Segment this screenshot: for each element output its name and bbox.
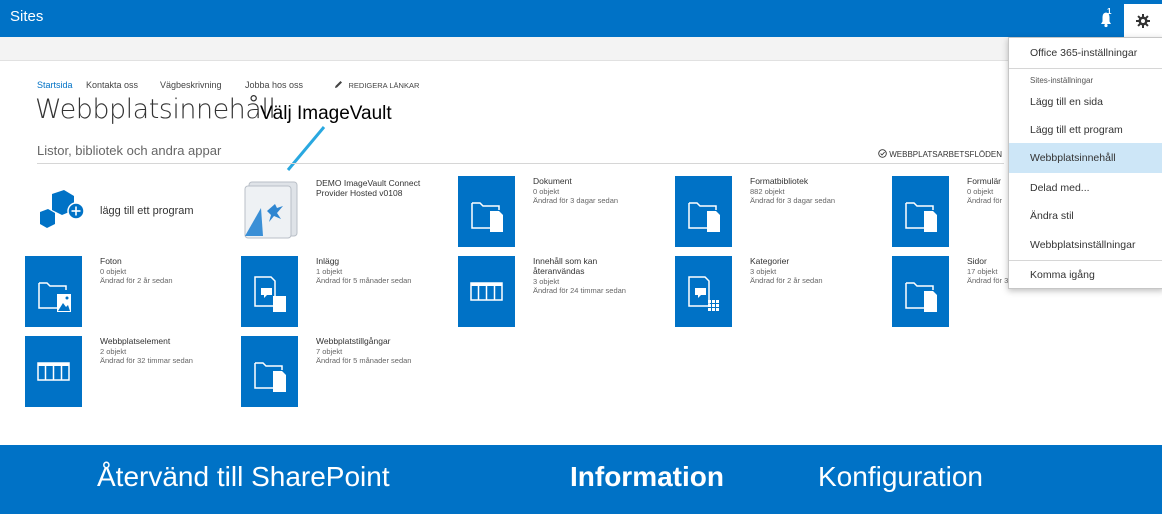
tile-count: 3 objekt bbox=[750, 267, 777, 276]
tile-count: 0 objekt bbox=[967, 187, 994, 196]
tile-count: 3 objekt bbox=[533, 277, 560, 286]
site-workflows-label: WEBBPLATSARBETSFLÖDEN bbox=[889, 150, 1002, 159]
ribbon-bar bbox=[0, 37, 1162, 61]
notifications-button[interactable]: 1 bbox=[1092, 6, 1120, 30]
nav-link-startsida[interactable]: Startsida bbox=[37, 80, 73, 90]
menu-item-add-app[interactable]: Lägg till ett program bbox=[1009, 115, 1162, 145]
nav-link-jobba[interactable]: Jobba hos oss bbox=[245, 80, 303, 90]
document-library-icon bbox=[458, 176, 515, 247]
menu-item-office365[interactable]: Office 365-inställningar bbox=[1009, 38, 1162, 68]
app-title[interactable]: Sites bbox=[10, 8, 43, 25]
add-app-label: lägg till ett program bbox=[100, 205, 194, 217]
tile-count: 2 objekt bbox=[100, 347, 127, 356]
tile-title: Foton bbox=[100, 256, 122, 266]
categories-icon bbox=[675, 256, 732, 327]
settings-menu: Office 365-inställningar Sites-inställni… bbox=[1008, 37, 1162, 289]
information-tab[interactable]: Information bbox=[570, 461, 724, 493]
tile-title: Formulär bbox=[967, 176, 1002, 186]
bell-icon bbox=[1101, 12, 1111, 28]
posts-icon bbox=[241, 256, 298, 327]
tile-count: 1 objekt bbox=[316, 267, 343, 276]
tile-modified: Ändrad för 3 dagar sedan bbox=[750, 196, 836, 205]
imagevault-icon bbox=[244, 181, 298, 239]
tile-count: 7 objekt bbox=[316, 347, 343, 356]
tile-modified: Ändrad för 2 år sedan bbox=[750, 276, 823, 285]
tile-modified: Ändrad för 24 timmar sedan bbox=[533, 286, 626, 295]
tile-modified: Ändrad för 5 månader sedan bbox=[316, 276, 412, 285]
tile-count: 17 objekt bbox=[967, 267, 998, 276]
page-title: Webbplatsinnehåll bbox=[35, 94, 276, 125]
document-library-icon bbox=[241, 336, 298, 407]
tile-title: Webbplatselement bbox=[100, 336, 171, 346]
tile-modified: Ändrad för 5 månader sedan bbox=[316, 356, 412, 365]
annotation-text: Välj ImageVault bbox=[260, 103, 392, 124]
menu-item-add-page[interactable]: Lägg till en sida bbox=[1009, 87, 1162, 117]
pencil-icon bbox=[335, 81, 342, 88]
menu-item-getting-started[interactable]: Komma igång bbox=[1009, 260, 1162, 290]
document-library-icon bbox=[892, 176, 949, 247]
gear-icon bbox=[1136, 13, 1150, 28]
tile-title: Innehåll som kan återanvändas bbox=[533, 256, 598, 276]
menu-item-site-settings[interactable]: Webbplatsinställningar bbox=[1009, 230, 1162, 260]
nav-link-kontakta[interactable]: Kontakta oss bbox=[86, 80, 138, 90]
tile-modified: Ändrad för 32 timmar sedan bbox=[100, 356, 193, 365]
tile-title: Sidor bbox=[967, 256, 987, 266]
tile-title: Kategorier bbox=[750, 256, 790, 266]
add-app-tile[interactable]: lägg till ett program bbox=[38, 190, 238, 230]
site-workflows-link[interactable]: WEBBPLATSARBETSFLÖDEN bbox=[878, 149, 1002, 159]
edit-links-button[interactable]: REDIGERA LÄNKAR bbox=[334, 80, 419, 90]
workflow-icon bbox=[878, 149, 887, 158]
settings-gear-button[interactable] bbox=[1124, 4, 1162, 37]
tile-modified: Ändrad för bbox=[967, 196, 1003, 205]
tile-modified: Ändrad för 3 dagar sedan bbox=[533, 196, 619, 205]
document-library-icon bbox=[675, 176, 732, 247]
document-library-icon bbox=[892, 256, 949, 327]
notification-count: 1 bbox=[1107, 7, 1112, 16]
list-icon bbox=[25, 336, 82, 407]
menu-item-change-look[interactable]: Ändra stil bbox=[1009, 201, 1162, 231]
configuration-tab[interactable]: Konfiguration bbox=[818, 461, 983, 493]
tile-count: 0 objekt bbox=[533, 187, 560, 196]
picture-library-icon bbox=[25, 256, 82, 327]
edit-links-label: REDIGERA LÄNKAR bbox=[348, 81, 420, 90]
imagevault-app-title: DEMO ImageVault Connect Provider Hosted … bbox=[316, 178, 421, 198]
bottom-navigation: Återvänd till SharePoint Information Kon… bbox=[0, 445, 1162, 514]
tile-title: Inlägg bbox=[316, 256, 340, 266]
tile-modified: Ändrad för 2 år sedan bbox=[100, 276, 173, 285]
menu-item-shared-with[interactable]: Delad med... bbox=[1009, 173, 1162, 203]
back-to-sharepoint-link[interactable]: Återvänd till SharePoint bbox=[97, 461, 390, 493]
suite-bar: Sites 1 bbox=[0, 0, 1162, 37]
tile-title: Formatbibliotek bbox=[750, 176, 809, 186]
list-icon bbox=[458, 256, 515, 327]
tile-title: Webbplatstillgångar bbox=[316, 336, 391, 346]
nav-link-vagbeskrivning[interactable]: Vägbeskrivning bbox=[160, 80, 222, 90]
tile-title: Dokument bbox=[533, 176, 572, 186]
add-app-icon bbox=[40, 190, 85, 228]
annotation-arrow bbox=[286, 126, 326, 171]
menu-item-site-contents[interactable]: Webbplatsinnehåll bbox=[1009, 143, 1162, 173]
menu-separator bbox=[1009, 68, 1162, 69]
tile-count: 0 objekt bbox=[100, 267, 127, 276]
tile-count: 882 objekt bbox=[750, 187, 785, 196]
menu-group-label: Sites-inställningar bbox=[1030, 76, 1094, 85]
section-divider bbox=[37, 163, 1004, 164]
section-header: Listor, bibliotek och andra appar bbox=[37, 143, 222, 158]
